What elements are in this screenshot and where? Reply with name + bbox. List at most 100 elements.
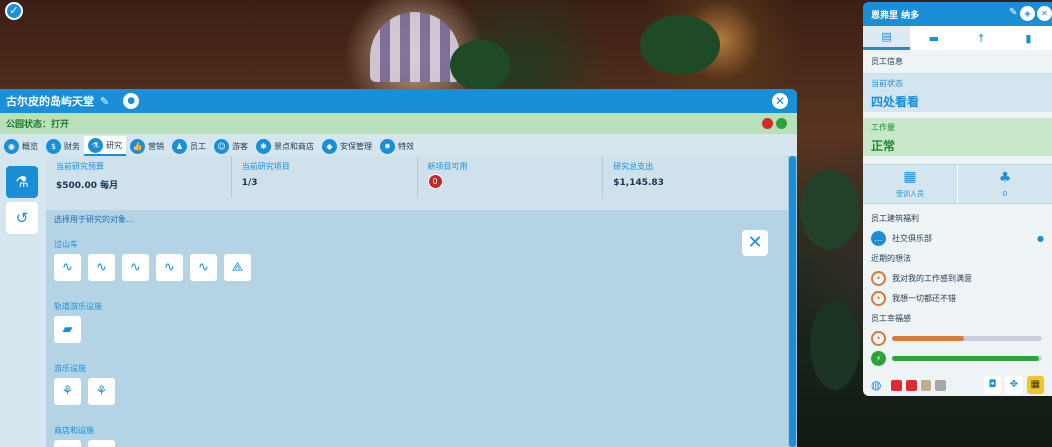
tab-staff-upgrade[interactable]: ↑: [958, 26, 1005, 50]
checkmark-icon[interactable]: ✓: [5, 2, 23, 20]
tab-overview[interactable]: ◉ 概览: [0, 136, 42, 156]
tab-guests[interactable]: ☺ 游客: [210, 136, 252, 156]
category-rides-label: 游乐设施: [54, 364, 86, 373]
current-status-box: 当前状态 四处看看: [863, 74, 1052, 112]
palette-icon[interactable]: ◍: [871, 378, 881, 392]
color-swatch[interactable]: [920, 379, 932, 391]
stat-label: 新项目可用: [427, 162, 468, 171]
thought-item: • 我对我的工作感到满意: [863, 268, 1052, 288]
staff-icon: ♟: [172, 138, 187, 154]
color-swatch[interactable]: [906, 379, 917, 391]
ferris-wheel-icon: ✱: [256, 138, 271, 154]
tab-marketing[interactable]: 👍 营销: [126, 136, 168, 156]
track-ride-research-button[interactable]: ▰: [54, 316, 81, 343]
dollar-icon: $: [46, 138, 61, 154]
staff-name: 恩弗里 纳多: [871, 10, 920, 21]
location-pin-icon[interactable]: ●: [123, 93, 140, 109]
coaster-research-button[interactable]: ∿: [88, 254, 115, 281]
tab-staff[interactable]: ♟ 员工: [168, 136, 210, 156]
park-tabs: ◉ 概览 $ 财务 ⚗ 研究 👍 营销 ♟ 员工 ☺ 游客 ✱ 景点和商店 ◆ 安保管理 ✸ 特效: [0, 134, 797, 156]
tab-label: 财务: [64, 141, 80, 151]
open-park-button[interactable]: [776, 118, 787, 129]
welfare-item: … 社交俱乐部 ●: [863, 228, 1052, 248]
bar-chart-icon: ▮: [1025, 31, 1032, 45]
coaster-research-button[interactable]: ∿: [54, 254, 81, 281]
carousel-ride[interactable]: [370, 12, 460, 82]
tab-research[interactable]: ⚗ 研究: [84, 136, 126, 156]
trained-count: 0: [1002, 190, 1008, 198]
coaster-research-button[interactable]: ∿: [122, 254, 149, 281]
happiness-fill: [892, 335, 964, 341]
color-swatch[interactable]: [891, 379, 903, 391]
coaster-research-button[interactable]: ∿: [190, 254, 217, 281]
fire-staff-icon[interactable]: ▦: [1026, 376, 1044, 394]
tab-label: 营销: [148, 141, 164, 151]
cancel-research-button[interactable]: ✕: [742, 230, 768, 256]
shield-icon: ◆: [322, 138, 337, 154]
move-icon[interactable]: ✥: [1005, 376, 1023, 394]
tab-staff-job[interactable]: ▬: [910, 26, 957, 50]
park-management-window: 古尔皮的岛屿天堂 ✎ ● ✕ 公园状态：打开 ◉ 概览 $ 财务 ⚗ 研究 👍 营销 ♟…: [0, 89, 797, 447]
tab-label: 安保管理: [340, 141, 372, 151]
energy-bar: [892, 355, 1042, 361]
shop-research-button[interactable]: ▣: [88, 440, 115, 447]
train-icon: ▰: [62, 322, 73, 337]
flask-icon: ⚗: [15, 173, 29, 191]
category-rides-items: ⚘ ⚘: [54, 378, 788, 405]
coaster-research-button[interactable]: ⟁: [224, 254, 251, 281]
ride-research-button[interactable]: ⚘: [88, 378, 115, 405]
ride-icon: ⚘: [61, 384, 74, 399]
tab-label: 游客: [232, 141, 248, 151]
research-history-button[interactable]: ↺: [6, 202, 38, 234]
locate-icon[interactable]: ◈: [1020, 6, 1035, 21]
category-coasters-items: ∿ ∿ ∿ ∿ ∿ ⟁: [54, 254, 788, 281]
coaster-icon: ∿: [96, 260, 107, 275]
scrollbar[interactable]: [788, 156, 797, 447]
research-sidebar: ⚗ ↺: [0, 156, 46, 447]
close-button[interactable]: ✕: [772, 93, 788, 109]
workload-value: 正常: [871, 139, 896, 153]
park-status-bar: 公园状态：打开: [0, 113, 797, 134]
ride-research-button[interactable]: ⚘: [54, 378, 81, 405]
new-projects-badge: 0: [427, 174, 443, 189]
shop-research-button[interactable]: ◓: [54, 440, 81, 447]
stat-value: $500.00 每月: [56, 181, 119, 191]
welfare-item-label: 社交俱乐部: [892, 233, 932, 243]
palm-tree: [810, 300, 860, 390]
research-selection: 选择用于研究的对象... ✕ 过山车 ∿ ∿ ∿ ∿ ∿ ⟁ 轨道游乐设施 ▰ …: [46, 210, 788, 447]
pencil-icon[interactable]: ✎: [1009, 7, 1017, 18]
tab-staff-stats[interactable]: ▮: [1005, 26, 1052, 50]
palm-tree: [800, 170, 860, 250]
thought-item: • 我想一切都还不错: [863, 288, 1052, 308]
tab-staff-info[interactable]: ▤: [863, 26, 911, 50]
energy-fill: [892, 355, 1039, 361]
tab-label: 概览: [22, 141, 38, 151]
pencil-icon[interactable]: ✎: [100, 95, 109, 108]
coaster-icon: ∿: [164, 260, 175, 275]
color-swatch[interactable]: [935, 379, 946, 391]
staff-titlebar: 恩弗里 纳多 ✎ ◈ ✕: [863, 2, 1052, 26]
coaster-research-button[interactable]: ∿: [156, 254, 183, 281]
stat-research-budget: 当前研究预算 $500.00 每月: [46, 156, 232, 198]
trainees-button[interactable]: ▦ 受训人员: [863, 165, 958, 203]
category-track-rides-label: 轨道游乐设施: [54, 302, 102, 311]
research-prompt: 选择用于研究的对象...: [54, 215, 134, 224]
palm-tree: [640, 15, 720, 75]
people-icon: ♣: [998, 170, 1012, 186]
location-pin-icon[interactable]: ●: [1037, 234, 1044, 243]
trained-count-button[interactable]: ♣ 0: [958, 165, 1052, 203]
scrollbar-thumb[interactable]: [789, 156, 796, 447]
happiness-heading: 员工幸福感: [871, 313, 911, 323]
tab-finance[interactable]: $ 财务: [42, 136, 84, 156]
camera-icon[interactable]: ◘: [983, 376, 1002, 394]
tab-security[interactable]: ◆ 安保管理: [318, 136, 376, 156]
tab-attractions-shops[interactable]: ✱ 景点和商店: [252, 136, 318, 156]
tab-effects[interactable]: ✸ 特效: [376, 136, 418, 156]
face-icon: •: [871, 330, 886, 346]
ride-icon: ⚘: [95, 384, 108, 399]
close-icon[interactable]: ✕: [1037, 6, 1052, 21]
research-flask-button[interactable]: ⚗: [6, 166, 38, 198]
park-titlebar: 古尔皮的岛屿天堂 ✎ ● ✕: [0, 89, 797, 113]
category-track-rides-items: ▰: [54, 316, 788, 343]
close-park-button[interactable]: [762, 118, 773, 129]
